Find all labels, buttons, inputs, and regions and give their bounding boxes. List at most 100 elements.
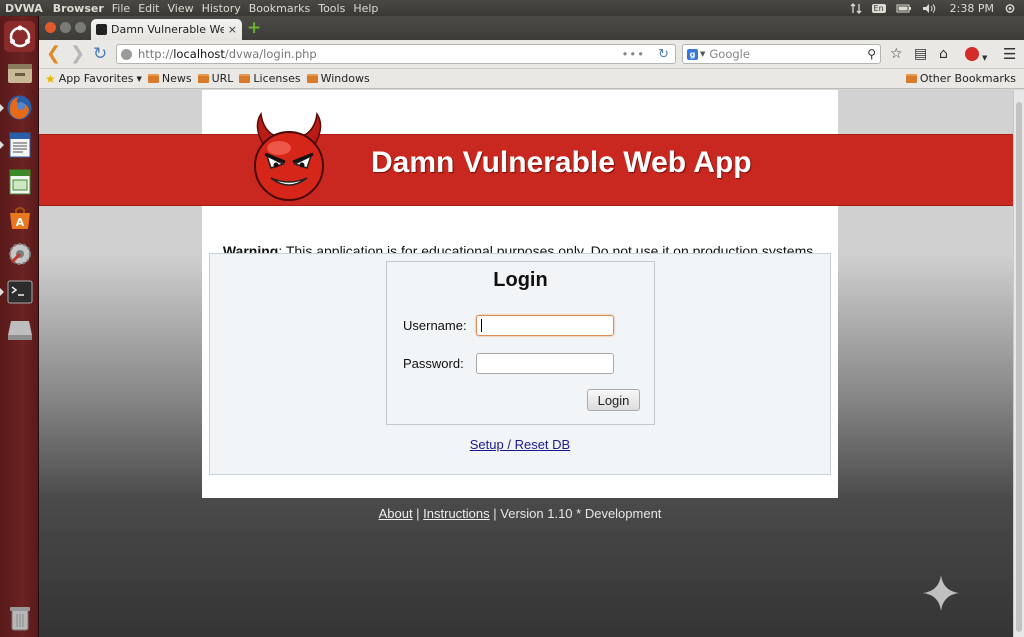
window-close-button[interactable] [45, 22, 56, 33]
url-scheme: http:// [138, 47, 174, 61]
folder-icon [147, 74, 159, 83]
back-button[interactable]: ❮ [46, 44, 61, 64]
system-tray: En 2:38 PM [850, 0, 1016, 16]
chevron-down-icon[interactable]: ▼ [700, 50, 705, 58]
home-icon[interactable]: ⌂ [939, 46, 948, 62]
login-form: Login Username: Password: Login [386, 261, 655, 425]
site-title: Damn Vulnerable Web App [371, 146, 752, 179]
version-text: Version 1.10 * Development [500, 506, 662, 521]
menu-file[interactable]: File [108, 2, 134, 15]
search-bar[interactable]: g ▼ Google ⚲ [682, 44, 881, 64]
terminal-icon[interactable] [0, 276, 35, 307]
username-label: Username: [403, 318, 467, 333]
reading-list-icon[interactable]: ▤ [914, 46, 927, 62]
bookmark-licenses[interactable]: Licenses [239, 72, 301, 85]
keyboard-layout-indicator[interactable]: En [871, 3, 886, 13]
url-path: /dvwa/login.php [224, 47, 317, 61]
search-input[interactable]: Google [709, 47, 750, 61]
url-bar[interactable]: http://localhost/dvwa/login.php ••• ↻ [116, 44, 676, 64]
addon-dropdown-icon[interactable]: ▼ [982, 50, 987, 66]
network-arrows-icon[interactable] [850, 2, 862, 14]
url-host: localhost [173, 47, 225, 61]
window-minimize-button[interactable] [60, 22, 71, 33]
drive-icon[interactable] [4, 314, 35, 345]
ubuntu-dash-icon[interactable] [4, 21, 35, 52]
folder-icon [306, 74, 318, 83]
clock[interactable]: 2:38 PM [950, 2, 994, 15]
bookmark-label: Licenses [253, 72, 301, 85]
trash-icon[interactable] [4, 602, 35, 633]
search-engine-icon[interactable]: g [687, 48, 698, 60]
menu-edit[interactable]: Edit [134, 2, 163, 15]
footer-separator: | [489, 506, 501, 521]
top-panel: DVWA Browser File Edit View History Book… [0, 0, 1024, 16]
bookmark-news[interactable]: News [147, 72, 192, 85]
firefox-icon[interactable] [0, 92, 35, 123]
bookmark-label: Windows [320, 72, 370, 85]
scrollbar-thumb[interactable] [1016, 102, 1022, 632]
bookmark-label: News [161, 72, 192, 85]
menu-browser[interactable]: Browser [49, 2, 108, 15]
power-gear-icon[interactable] [1004, 3, 1016, 14]
new-tab-button[interactable]: + [247, 19, 261, 37]
window-maximize-button[interactable] [75, 22, 86, 33]
bookmark-app-favorites[interactable]: ★ App Favorites ▼ [45, 72, 142, 86]
folder-icon [197, 74, 209, 83]
reload-button[interactable]: ↻ [93, 44, 107, 64]
tab-strip: Damn Vulnerable Web A × + [39, 16, 1024, 40]
addon-stop-icon[interactable] [965, 47, 979, 61]
menu-bookmarks[interactable]: Bookmarks [245, 2, 314, 15]
bookmarks-toolbar: ★ App Favorites ▼ News URL Licenses Wind… [39, 69, 1024, 89]
dvwa-devil-logo [254, 111, 324, 201]
bookmark-windows[interactable]: Windows [306, 72, 370, 85]
active-app-name: DVWA [5, 1, 43, 15]
username-input[interactable] [476, 315, 614, 336]
menu-view[interactable]: View [164, 2, 198, 15]
libreoffice-writer-icon[interactable] [0, 129, 35, 160]
setup-reset-db-link[interactable]: Setup / Reset DB [210, 437, 830, 452]
page-viewport: Damn Vulnerable Web App Warning: This ap… [39, 90, 1013, 637]
volume-icon[interactable] [922, 3, 936, 14]
tab-close-icon[interactable]: × [228, 23, 237, 36]
search-icon[interactable]: ⚲ [867, 47, 876, 61]
folder-icon [239, 74, 251, 83]
sparkle-icon [923, 575, 959, 611]
page-actions-icon[interactable]: ••• [622, 47, 645, 61]
vertical-scrollbar[interactable] [1013, 90, 1024, 637]
footer: About | Instructions | Version 1.10 * De… [202, 506, 838, 521]
libreoffice-calc-icon[interactable] [4, 166, 35, 197]
bookmark-url[interactable]: URL [197, 72, 234, 85]
navigation-toolbar: ❮ ❯ ↻ http://localhost/dvwa/login.php ••… [39, 40, 1024, 69]
site-identity-icon[interactable] [121, 48, 132, 60]
password-input[interactable] [476, 353, 614, 374]
battery-icon[interactable] [896, 3, 912, 14]
bookmark-star-icon[interactable]: ☆ [890, 46, 903, 62]
tab-title: Damn Vulnerable Web A [111, 23, 224, 36]
other-bookmarks-label: Other Bookmarks [919, 72, 1016, 85]
software-center-icon[interactable]: A [4, 202, 35, 233]
menu-help[interactable]: Help [349, 2, 382, 15]
dvwa-favicon-icon [96, 24, 107, 35]
hamburger-menu-icon[interactable]: ☰ [1003, 46, 1016, 62]
bookmark-label: App Favorites [58, 72, 134, 85]
svg-text:A: A [15, 216, 24, 229]
tab-dvwa[interactable]: Damn Vulnerable Web A × [91, 19, 242, 40]
chevron-down-icon: ▼ [136, 74, 142, 83]
about-link[interactable]: About [379, 506, 413, 521]
file-manager-icon[interactable] [4, 57, 35, 88]
password-label: Password: [403, 356, 464, 371]
login-button[interactable]: Login [587, 389, 640, 411]
folder-icon [905, 74, 917, 83]
forward-button[interactable]: ❯ [70, 44, 85, 64]
menu-history[interactable]: History [198, 2, 245, 15]
login-area: Login Username: Password: Login Setup / … [209, 253, 831, 475]
system-settings-icon[interactable] [4, 238, 35, 269]
menu-tools[interactable]: Tools [314, 2, 349, 15]
url-reload-icon[interactable]: ↻ [658, 47, 669, 62]
instructions-link[interactable]: Instructions [423, 506, 489, 521]
bookmark-label: URL [211, 72, 234, 85]
favorites-star-icon: ★ [45, 71, 56, 86]
browser-window: Damn Vulnerable Web A × + ❮ ❯ ↻ http://l… [39, 16, 1024, 637]
footer-separator: | [412, 506, 424, 521]
other-bookmarks[interactable]: Other Bookmarks [905, 72, 1016, 85]
